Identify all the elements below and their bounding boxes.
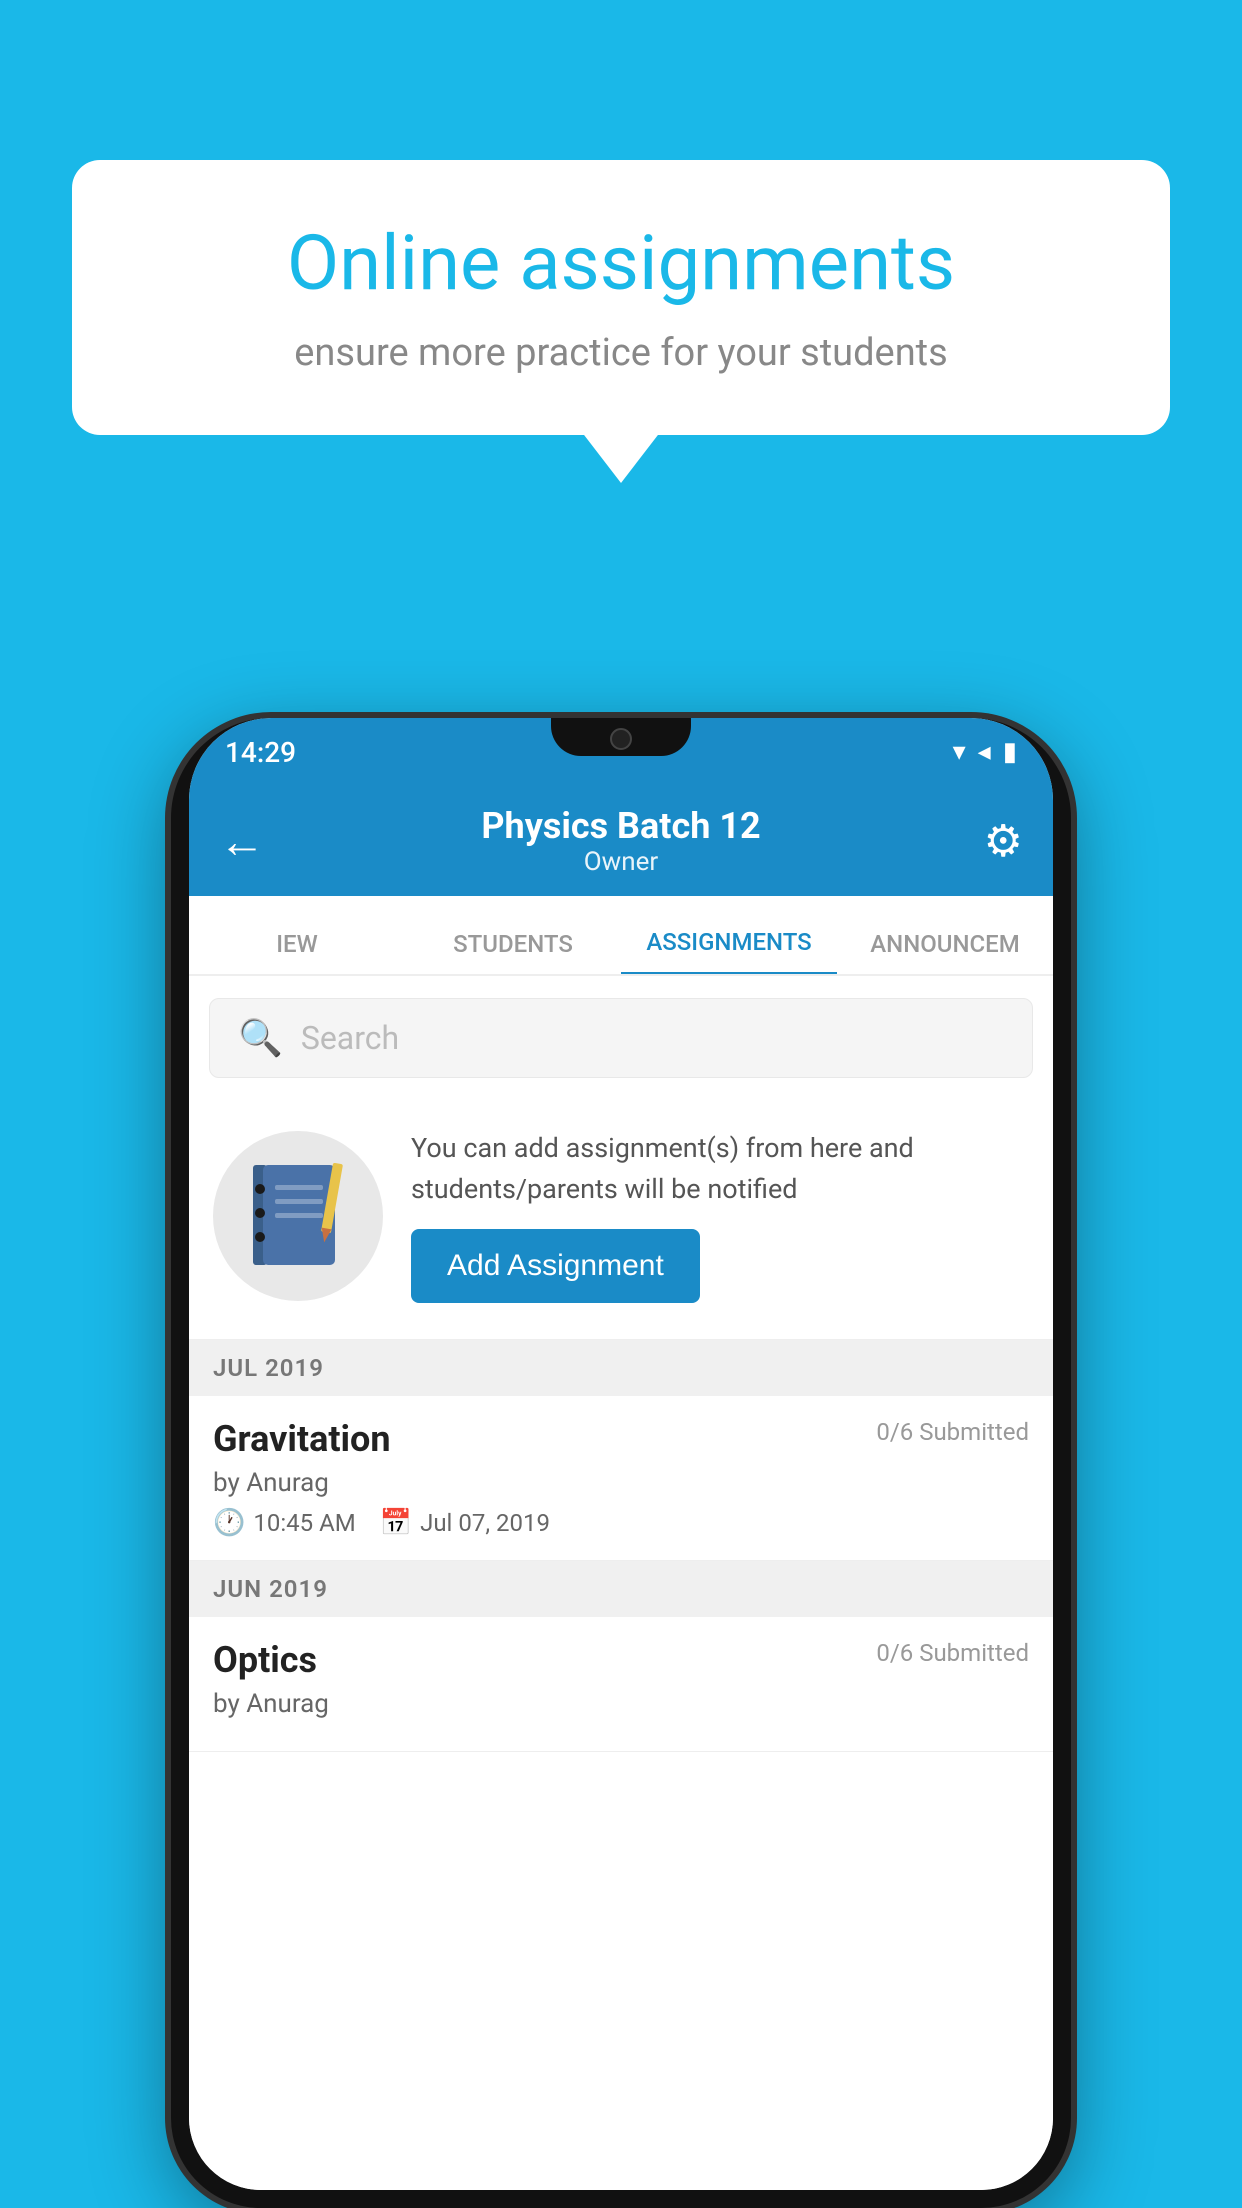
front-camera [610,728,632,750]
phone-screen: 14:29 ▾ ◂ ▮ ← Physics Batch 12 Owner ⚙ I… [189,718,1053,2190]
bubble-title: Online assignments [142,220,1100,307]
clock-icon: 🕐 [213,1508,245,1538]
tab-iew[interactable]: IEW [189,930,405,974]
tab-bar: IEW STUDENTS ASSIGNMENTS ANNOUNCEM [189,896,1053,976]
back-button[interactable]: ← [219,814,265,869]
assignment-by-optics: by Anurag [213,1689,1029,1719]
phone-frame: 14:29 ▾ ◂ ▮ ← Physics Batch 12 Owner ⚙ I… [171,718,1071,2208]
status-icons: ▾ ◂ ▮ [953,737,1017,767]
section-header-jul: JUL 2019 [189,1340,1053,1396]
promo-block: You can add assignment(s) from here and … [189,1100,1053,1340]
batch-subtitle: Owner [481,847,760,877]
assignment-date: 📅 Jul 07, 2019 [380,1508,550,1538]
tab-assignments[interactable]: ASSIGNMENTS [621,928,837,976]
bubble-subtitle: ensure more practice for your students [142,331,1100,375]
notebook-svg-icon [253,1161,343,1271]
assignment-top: Gravitation 0/6 Submitted [213,1418,1029,1460]
assignment-item-gravitation[interactable]: Gravitation 0/6 Submitted by Anurag 🕐 10… [189,1396,1053,1561]
batch-title: Physics Batch 12 [481,805,760,847]
wifi-icon: ▾ [953,737,966,767]
assignment-item-optics[interactable]: Optics 0/6 Submitted by Anurag [189,1617,1053,1752]
calendar-icon: 📅 [380,1508,412,1538]
assignment-meta: 🕐 10:45 AM 📅 Jul 07, 2019 [213,1508,1029,1538]
add-assignment-button[interactable]: Add Assignment [411,1229,700,1303]
header-title-area: Physics Batch 12 Owner [481,805,760,877]
promo-text-area: You can add assignment(s) from here and … [411,1128,1029,1303]
assignment-name-optics: Optics [213,1639,317,1681]
assignment-submitted-optics: 0/6 Submitted [876,1639,1029,1667]
search-bar[interactable]: 🔍 Search [209,998,1033,1078]
assignment-by: by Anurag [213,1468,1029,1498]
assignment-name: Gravitation [213,1418,391,1460]
assignment-date-value: Jul 07, 2019 [420,1509,550,1537]
assignment-time-value: 10:45 AM [253,1509,355,1537]
tab-students[interactable]: STUDENTS [405,930,621,974]
promo-icon-circle [213,1131,383,1301]
assignment-top-optics: Optics 0/6 Submitted [213,1639,1029,1681]
status-time: 14:29 [225,736,296,769]
promo-description: You can add assignment(s) from here and … [411,1128,1029,1209]
battery-icon: ▮ [1003,737,1017,767]
settings-icon[interactable]: ⚙ [984,815,1023,867]
assignment-submitted: 0/6 Submitted [876,1418,1029,1446]
phone-notch [551,718,691,756]
signal-icon: ◂ [978,737,991,767]
search-placeholder: Search [301,1019,399,1057]
assignment-time: 🕐 10:45 AM [213,1508,356,1538]
app-header: ← Physics Batch 12 Owner ⚙ [189,786,1053,896]
speech-bubble-card: Online assignments ensure more practice … [72,160,1170,435]
section-header-jun: JUN 2019 [189,1561,1053,1617]
tab-announcements[interactable]: ANNOUNCEM [837,930,1053,974]
search-icon: 🔍 [238,1017,283,1059]
content-area: 🔍 Search [189,976,1053,2190]
